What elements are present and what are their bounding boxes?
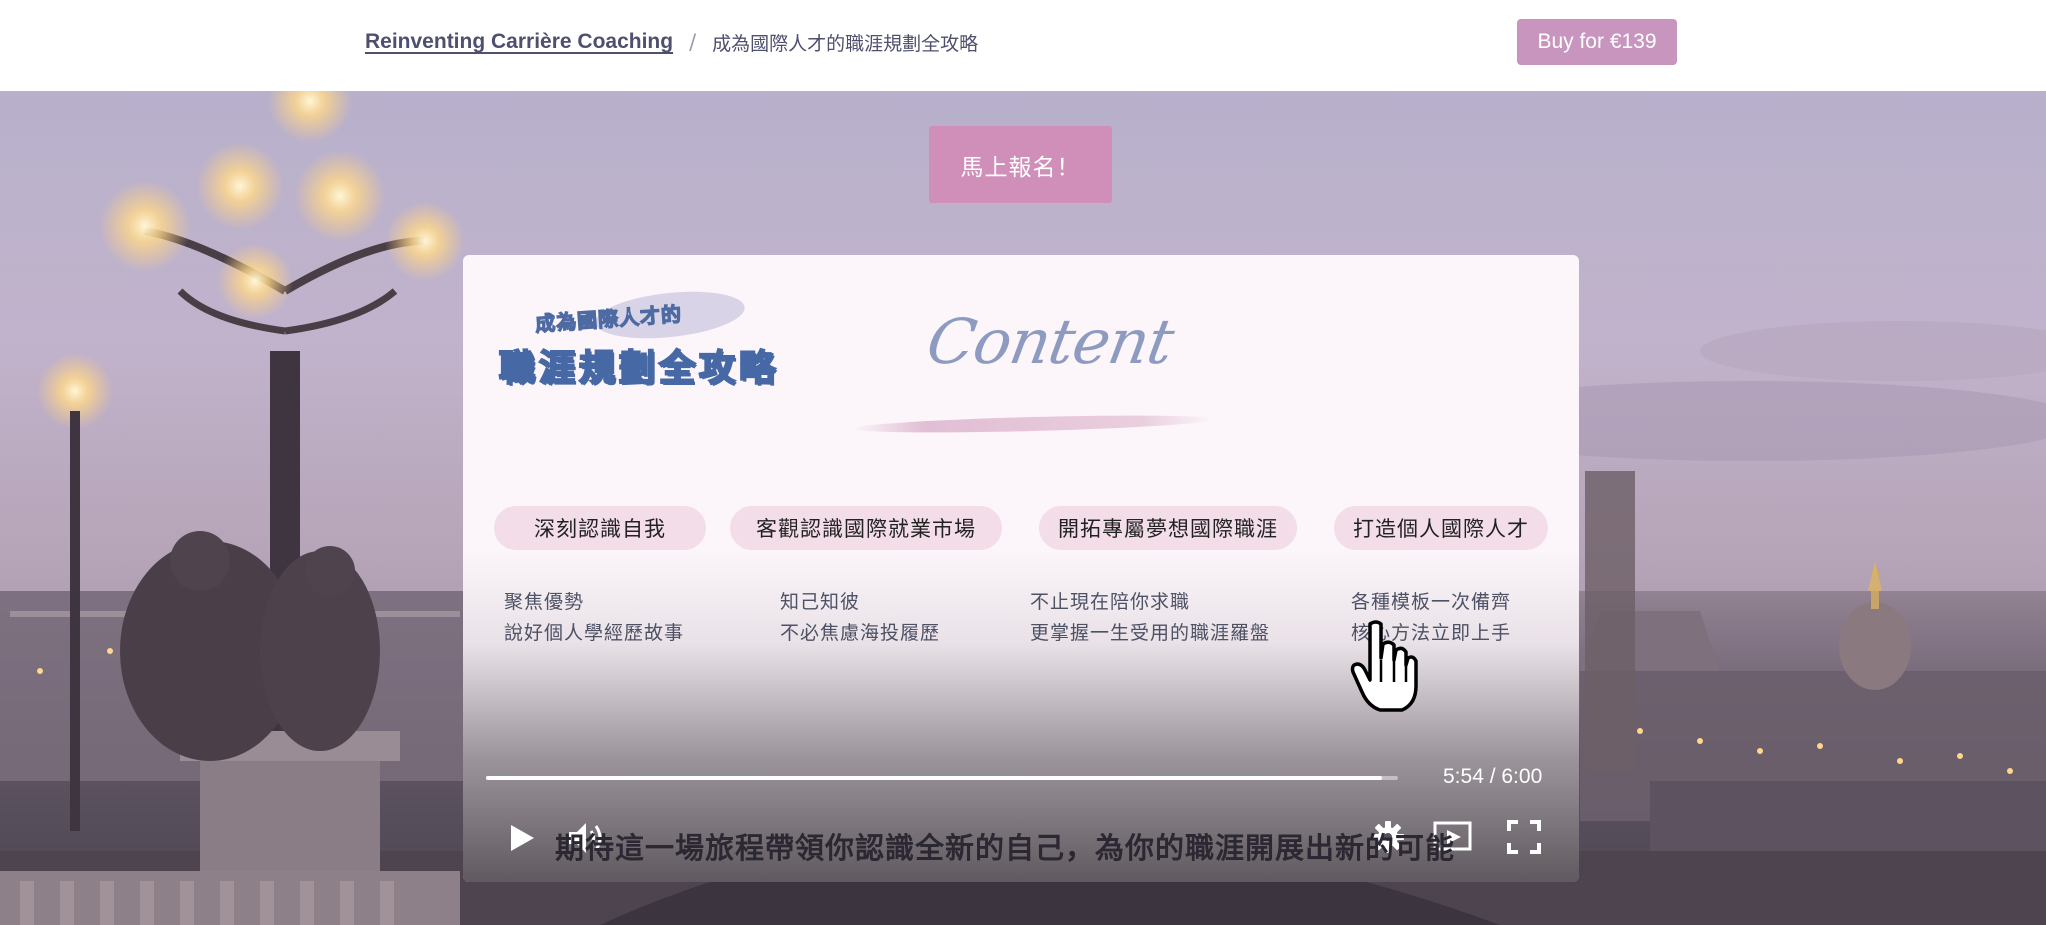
topic-description-line: 不必焦慮海投履歷 [780,622,941,644]
topic-description-3: 不止現在陪你求職 更掌握一生受用的職涯羅盤 [1030,587,1270,649]
topic-description-2: 知己知彼 不必焦慮海投履歷 [780,587,940,649]
top-bar: Reinventing Carrière Coaching / 成為國際人才的職… [0,0,2046,91]
topic-description-4: 各種模板一次備齊 核心方法立即上手 [1351,587,1511,649]
topic-description-line: 聚焦優勢 [504,591,585,613]
video-caption: 期待這一場旅程帶領你認識全新的自己，為你的職涯開展出新的可能 [555,831,1456,865]
topic-description-1: 聚焦優勢 說好個人學經歷故事 [504,587,684,649]
topic-description-line: 各種模板一次備齊 [1351,591,1512,613]
topic-pill-4: 打造個人國際人才 [1334,506,1548,550]
breadcrumb-course-link[interactable]: Reinventing Carrière Coaching [365,30,673,54]
progress-bar-fill [486,776,1383,780]
breadcrumb-separator: / [689,30,697,54]
buy-button[interactable]: Buy for €139 [1517,19,1677,65]
fullscreen-icon[interactable] [1507,820,1541,854]
topic-description-line: 知己知彼 [780,591,861,613]
topic-pill-3: 開拓專屬夢想國際職涯 [1039,506,1297,550]
time-display: 5:54 / 6:00 [1443,765,1543,788]
logo-title: 職涯規劃全攻略 [498,347,780,390]
topic-pill-2: 客觀認識國際就業市場 [730,506,1002,550]
video-player[interactable]: 成為國際人才的 職涯規劃全攻略 Content 深刻認識自我 客觀認識國際就業市… [463,255,1579,882]
topic-description-line: 核心方法立即上手 [1351,622,1512,644]
topic-pill-1: 深刻認識自我 [494,506,706,550]
progress-bar[interactable] [486,776,1398,780]
slide-content-title: Content [921,305,1179,378]
topic-description-line: 說好個人學經歷故事 [504,622,685,644]
brush-stroke-decoration [852,412,1214,436]
enroll-now-button[interactable]: 馬上報名！ [929,126,1112,203]
breadcrumb-current-page: 成為國際人才的職涯規劃全攻略 [712,32,979,55]
play-icon[interactable] [503,820,539,856]
course-logo: 成為國際人才的 職涯規劃全攻略 [498,285,839,395]
topic-description-line: 不止現在陪你求職 [1030,591,1191,613]
topic-description-line: 更掌握一生受用的職涯羅盤 [1030,622,1271,644]
breadcrumb: Reinventing Carrière Coaching / 成為國際人才的職… [365,26,978,58]
